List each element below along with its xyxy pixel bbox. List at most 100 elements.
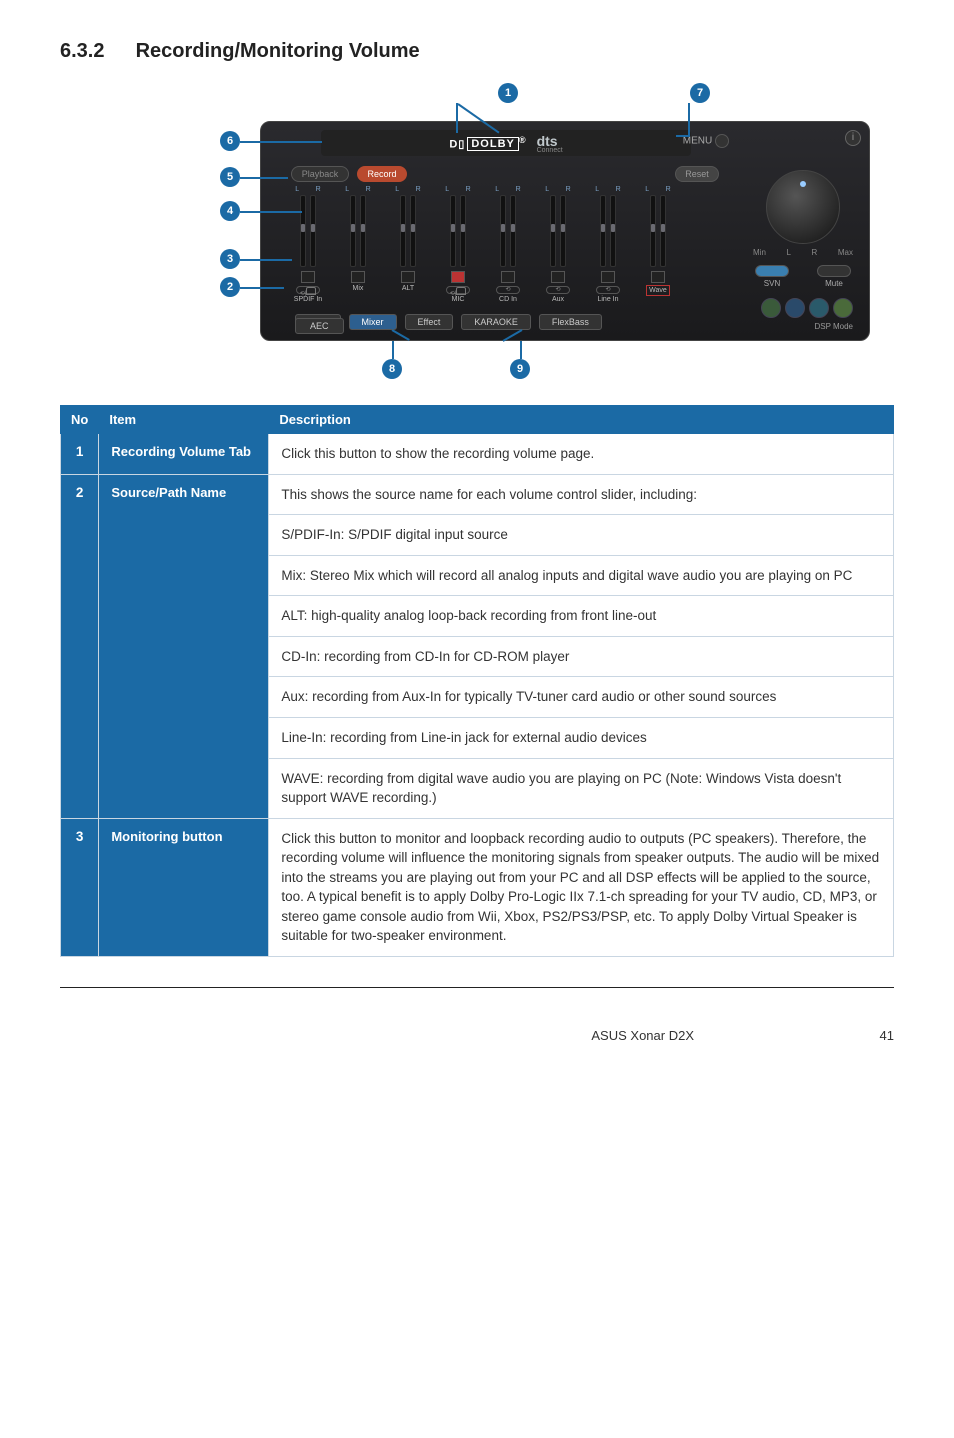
row-desc: Line-In: recording from Line-in jack for…	[269, 717, 894, 758]
link-icon[interactable]: ⟲|	[296, 286, 320, 294]
channel-cd-in: LR ⟲ CD In	[487, 186, 529, 303]
row-item: Monitoring button	[99, 818, 269, 956]
master-volume-knob[interactable]	[766, 170, 840, 244]
mute-toggle[interactable]	[301, 271, 315, 283]
volume-slider[interactable]	[660, 195, 666, 267]
row-desc: Click this button to show the recording …	[269, 434, 894, 475]
channel-mix: LR Mix	[337, 186, 379, 303]
slider-row: LR ⟲| SPDIF In LR Mix LR ALT LR	[287, 186, 679, 303]
dsp-mode-icon[interactable]	[761, 298, 781, 318]
dsp-mode-label: DSP Mode	[743, 322, 863, 331]
mute-toggle[interactable]	[651, 271, 665, 283]
reset-button[interactable]: Reset	[675, 166, 719, 182]
tab-aec[interactable]: AEC	[295, 318, 344, 334]
volume-slider[interactable]	[650, 195, 656, 267]
dts-logo: dts Connect	[537, 133, 563, 154]
svn-toggle[interactable]	[755, 265, 789, 277]
page-footer: ASUS Xonar D2X 41	[60, 1028, 894, 1043]
footer-page: 41	[854, 1028, 894, 1043]
volume-slider[interactable]	[360, 195, 366, 267]
link-icon[interactable]: ⟲	[496, 286, 520, 294]
row-item: Source/Path Name	[99, 474, 269, 818]
info-button[interactable]: i	[845, 130, 861, 146]
dsp-mode-icon[interactable]	[785, 298, 805, 318]
row-no: 2	[61, 474, 99, 818]
volume-slider[interactable]	[600, 195, 606, 267]
row-no: 3	[61, 818, 99, 956]
link-icon[interactable]: ⟲	[546, 286, 570, 294]
mixer-panel: D▯DOLBY® dts Connect MENU i Playback Rec…	[260, 121, 870, 341]
row-desc: ALT: high-quality analog loop-back recor…	[269, 596, 894, 637]
mute-toggle[interactable]	[401, 271, 415, 283]
volume-slider[interactable]	[400, 195, 406, 267]
mute-toggle[interactable]	[551, 271, 565, 283]
volume-slider[interactable]	[350, 195, 356, 267]
section-heading: 6.3.2 Recording/Monitoring Volume	[60, 40, 894, 63]
volume-slider[interactable]	[500, 195, 506, 267]
description-table: No Item Description 1 Recording Volume T…	[60, 405, 894, 957]
volume-slider[interactable]	[460, 195, 466, 267]
callout-3: 3	[220, 249, 240, 269]
tab-effect[interactable]: Effect	[405, 314, 454, 330]
row-desc: This shows the source name for each volu…	[269, 474, 894, 515]
mixer-screenshot: 1 7 6 5 4 3 2 8 9 D▯DOLBY® dts Connect M…	[60, 81, 894, 381]
volume-slider[interactable]	[610, 195, 616, 267]
tab-mixer[interactable]: Mixer	[349, 314, 397, 330]
channel-alt: LR ALT	[387, 186, 429, 303]
row-desc: Click this button to monitor and loopbac…	[269, 818, 894, 956]
link-icon[interactable]: ⟲	[596, 286, 620, 294]
channel-mic: LR ⟲| MIC	[437, 186, 479, 303]
footer-rule	[60, 987, 894, 988]
tab-karaoke[interactable]: KARAOKE	[461, 314, 531, 330]
dsp-mode-icon[interactable]	[833, 298, 853, 318]
callout-9: 9	[510, 359, 530, 379]
callout-4: 4	[220, 201, 240, 221]
section-number: 6.3.2	[60, 40, 130, 63]
callout-7: 7	[690, 83, 710, 103]
dsp-mode-icon[interactable]	[809, 298, 829, 318]
playback-tab[interactable]: Playback	[291, 166, 349, 182]
volume-slider[interactable]	[410, 195, 416, 267]
row-desc: Aux: recording from Aux-In for typically…	[269, 677, 894, 718]
chevron-down-icon	[715, 134, 729, 148]
master-panel: Min L R Max SVN Mute	[743, 162, 863, 338]
link-icon[interactable]: ⟲|	[446, 286, 470, 294]
mute-toggle[interactable]	[351, 271, 365, 283]
row-desc: S/PDIF-In: S/PDIF digital input source	[269, 515, 894, 556]
col-item: Item	[99, 406, 269, 434]
callout-2: 2	[220, 277, 240, 297]
channel-spdif-in: LR ⟲| SPDIF In	[287, 186, 329, 303]
col-no: No	[61, 406, 99, 434]
row-no: 1	[61, 434, 99, 475]
mute-toggle[interactable]	[451, 271, 465, 283]
channel-aux: LR ⟲ Aux	[537, 186, 579, 303]
channel-line-in: LR ⟲ Line In	[587, 186, 629, 303]
volume-slider[interactable]	[510, 195, 516, 267]
master-mute-toggle[interactable]	[817, 265, 851, 277]
volume-slider[interactable]	[450, 195, 456, 267]
callout-8: 8	[382, 359, 402, 379]
section-title: Recording/Monitoring Volume	[136, 40, 420, 62]
channel-wave: LR Wave	[637, 186, 679, 303]
row-desc: CD-In: recording from CD-In for CD-ROM p…	[269, 636, 894, 677]
footer-product: ASUS Xonar D2X	[591, 1028, 694, 1043]
volume-slider[interactable]	[560, 195, 566, 267]
tab-flexbass[interactable]: FlexBass	[539, 314, 602, 330]
row-item: Recording Volume Tab	[99, 434, 269, 475]
dolby-logo: D▯DOLBY®	[449, 135, 526, 152]
row-desc: WAVE: recording from digital wave audio …	[269, 758, 894, 818]
brand-bar: D▯DOLBY® dts Connect	[321, 130, 691, 156]
lock-icon	[456, 287, 466, 295]
volume-slider[interactable]	[310, 195, 316, 267]
record-tab[interactable]: Record	[357, 166, 407, 182]
mute-toggle[interactable]	[501, 271, 515, 283]
callout-1: 1	[498, 83, 518, 103]
col-desc: Description	[269, 406, 894, 434]
lock-icon	[306, 287, 316, 295]
callout-6: 6	[220, 131, 240, 151]
volume-slider[interactable]	[300, 195, 306, 267]
volume-slider[interactable]	[550, 195, 556, 267]
callout-5: 5	[220, 167, 240, 187]
mute-toggle[interactable]	[601, 271, 615, 283]
row-desc: Mix: Stereo Mix which will record all an…	[269, 555, 894, 596]
